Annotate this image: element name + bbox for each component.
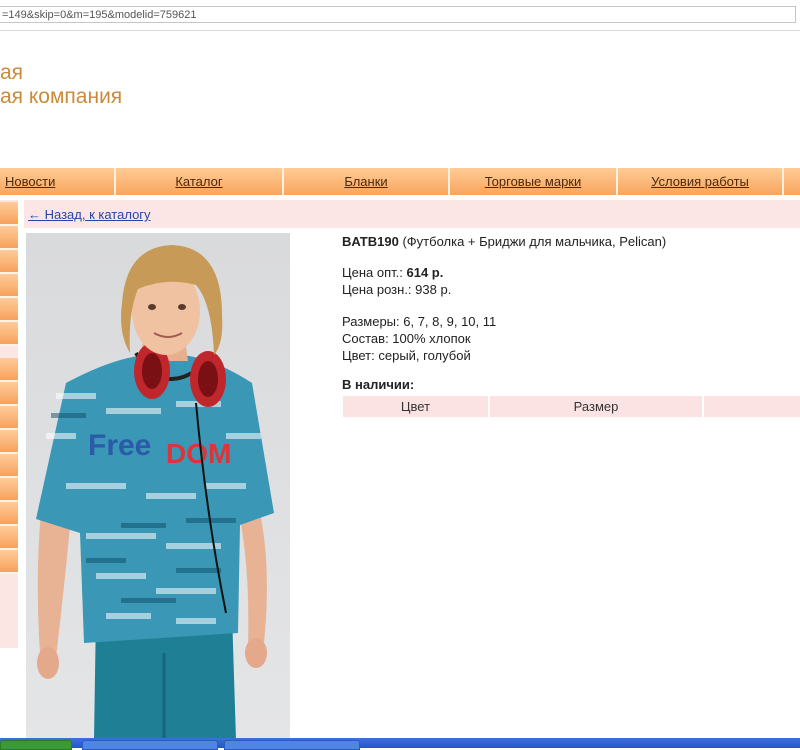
nav-item-news[interactable]: Новости bbox=[0, 168, 116, 195]
color-info: Цвет: серый, голубой bbox=[342, 348, 471, 363]
sidebar-tab[interactable] bbox=[0, 382, 18, 406]
product-code: BATB190 bbox=[342, 234, 399, 249]
sidebar-tab[interactable] bbox=[0, 202, 18, 226]
sidebar-tab[interactable] bbox=[0, 274, 18, 298]
taskbar-window-button[interactable] bbox=[224, 740, 360, 750]
wholesale-price: Цена опт.: 614 р. bbox=[342, 265, 443, 280]
sidebar-tab[interactable] bbox=[0, 250, 18, 274]
sidebar-tab[interactable] bbox=[0, 454, 18, 478]
wholesale-price-label: Цена опт.: bbox=[342, 265, 403, 280]
back-to-catalog-link[interactable]: ← Назад, к каталогу bbox=[28, 207, 151, 222]
back-bar: ← Назад, к каталогу bbox=[24, 200, 800, 228]
svg-text:DOM: DOM bbox=[166, 438, 231, 469]
os-taskbar bbox=[0, 738, 800, 750]
main-nav: Новости Каталог Бланки Торговые марки Ус… bbox=[0, 168, 800, 195]
browser-address-bar: =149&skip=0&m=195&modelid=759621 bbox=[0, 0, 800, 31]
nav-item-more[interactable] bbox=[784, 168, 800, 195]
product-photo: Free DOM bbox=[26, 233, 290, 740]
sidebar-tab[interactable] bbox=[0, 502, 18, 526]
sidebar-tab[interactable] bbox=[0, 226, 18, 250]
shirt-print-text: Free bbox=[88, 429, 151, 462]
column-header-color: Цвет bbox=[343, 396, 490, 417]
sidebar-tab[interactable] bbox=[0, 478, 18, 502]
site-logo-line2: ая компания bbox=[0, 85, 123, 108]
product-title: BATB190 (Футболка + Бриджи для мальчика,… bbox=[342, 234, 666, 249]
product-description: (Футболка + Бриджи для мальчика, Pelican… bbox=[402, 234, 667, 249]
nav-item-terms[interactable]: Условия работы bbox=[618, 168, 784, 195]
nav-item-brands[interactable]: Торговые марки bbox=[450, 168, 618, 195]
sidebar-tab[interactable] bbox=[0, 358, 18, 382]
sidebar-tab[interactable] bbox=[0, 298, 18, 322]
nav-item-forms[interactable]: Бланки bbox=[284, 168, 450, 195]
left-sidebar bbox=[0, 200, 18, 648]
wholesale-price-value: 614 р. bbox=[406, 265, 444, 280]
availability-heading: В наличии: bbox=[342, 377, 415, 392]
retail-price: Цена розн.: 938 р. bbox=[342, 282, 452, 297]
nav-item-catalog[interactable]: Каталог bbox=[116, 168, 284, 195]
availability-table: Цвет Размер bbox=[343, 396, 800, 417]
sidebar-tab[interactable] bbox=[0, 430, 18, 454]
boy-illustration: Free DOM bbox=[36, 245, 274, 740]
column-header-empty bbox=[704, 396, 800, 417]
url-field[interactable]: =149&skip=0&m=195&modelid=759621 bbox=[0, 6, 796, 23]
sidebar-tab[interactable] bbox=[0, 550, 18, 574]
site-logo-line1: ая bbox=[0, 61, 24, 84]
composition: Состав: 100% хлопок bbox=[342, 331, 471, 346]
sidebar-tab[interactable] bbox=[0, 322, 18, 346]
column-header-size: Размер bbox=[490, 396, 704, 417]
start-button[interactable] bbox=[0, 740, 72, 750]
sidebar-tab[interactable] bbox=[0, 526, 18, 550]
sidebar-tab[interactable] bbox=[0, 406, 18, 430]
sizes: Размеры: 6, 7, 8, 9, 10, 11 bbox=[342, 314, 497, 329]
taskbar-window-button[interactable] bbox=[82, 740, 218, 750]
